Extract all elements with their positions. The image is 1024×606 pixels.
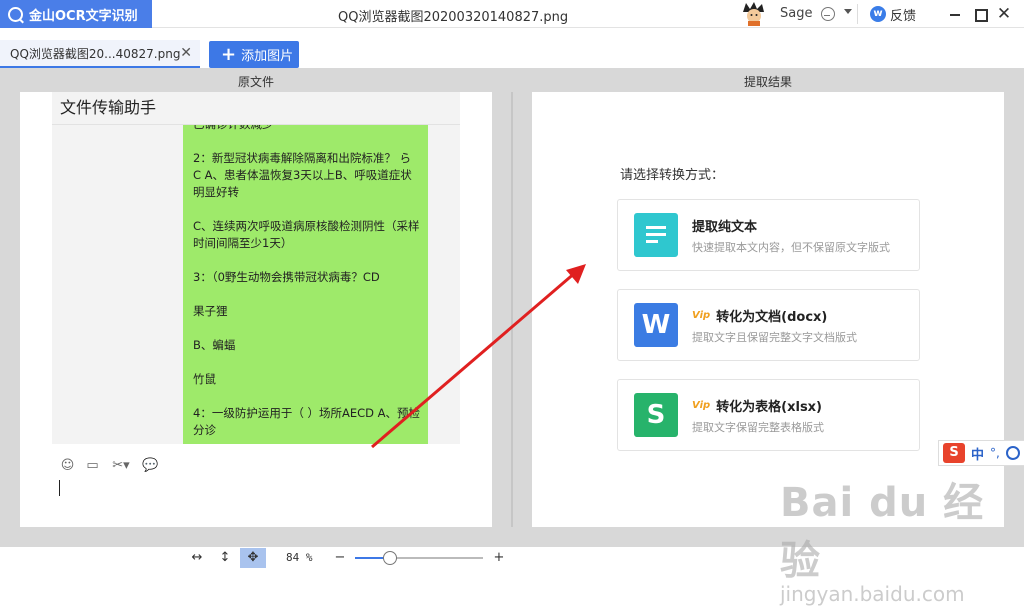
move-icon[interactable]: ✥ bbox=[240, 548, 266, 568]
vip-crown-icon[interactable] bbox=[821, 7, 835, 21]
source-image-viewer[interactable]: 文件传输助手 已确诊计数减少 2：新型冠状病毒解除隔离和出院标准？ ら C A、… bbox=[20, 92, 492, 527]
zoom-slider[interactable] bbox=[355, 551, 483, 565]
zoom-slider-thumb[interactable] bbox=[382, 551, 397, 565]
app-brand[interactable]: 金山OCR文字识别 bbox=[0, 0, 152, 28]
result-panel: 请选择转换方式： 提取纯文本 快速提取本文内容，但不保留原文字版式 W Vip … bbox=[532, 92, 1004, 527]
main-area: 文件传输助手 已确诊计数减少 2：新型冠状病毒解除隔离和出院标准？ ら C A、… bbox=[0, 92, 1024, 547]
message-paragraph: 竹鼠 bbox=[193, 372, 216, 386]
convert-docx-option[interactable]: W Vip 转化为文档(docx) 提取文字且保留完整文字文档版式 bbox=[617, 289, 920, 361]
input-method-bar[interactable]: S 中 °, bbox=[938, 440, 1024, 466]
option-title-text: 转化为表格(xlsx) bbox=[716, 400, 823, 415]
feedback-icon: w bbox=[870, 6, 886, 22]
divider bbox=[857, 4, 858, 24]
spreadsheet-icon: S bbox=[634, 393, 678, 437]
maximize-button[interactable] bbox=[970, 4, 990, 24]
extract-text-option[interactable]: 提取纯文本 快速提取本文内容，但不保留原文字版式 bbox=[617, 199, 920, 271]
word-doc-icon: W bbox=[634, 303, 678, 347]
add-image-button[interactable]: + 添加图片 bbox=[209, 41, 299, 68]
text-lines-icon bbox=[634, 213, 678, 257]
option-title-text: 转化为文档(docx) bbox=[716, 310, 828, 325]
panel-divider[interactable] bbox=[511, 92, 513, 527]
close-window-button[interactable]: ✕ bbox=[994, 4, 1014, 24]
option-description: 提取文字保留完整表格版式 bbox=[692, 421, 824, 434]
status-bar: ↔ ↕ ✥ 84 % − + bbox=[0, 547, 1024, 569]
ime-punctuation-toggle[interactable]: °, bbox=[990, 446, 1000, 460]
watermark-url: jingyan.baidu.com bbox=[780, 582, 965, 606]
tab-bar: QQ浏览器截图20...40827.png ✕ + 添加图片 bbox=[0, 28, 1024, 68]
message-paragraph: 已确诊计数减少 bbox=[193, 125, 420, 133]
zoom-in-button[interactable]: + bbox=[489, 548, 509, 568]
vip-badge-icon: Vip bbox=[692, 400, 711, 411]
text-caret bbox=[59, 480, 60, 496]
ime-logo-icon: S bbox=[943, 443, 965, 463]
title-bar: 金山OCR文字识别 QQ浏览器截图20200320140827.png Sage… bbox=[0, 0, 1024, 28]
chat-toolbar: ☺ ▭ ✂▾ 💬 bbox=[60, 458, 159, 473]
plus-icon: + bbox=[221, 43, 237, 65]
avatar[interactable] bbox=[740, 2, 768, 26]
document-title: QQ浏览器截图20200320140827.png bbox=[338, 10, 569, 25]
message-paragraph: C、连续两次呼吸道病原核酸检测阴性（采样时间间隔至少1天） bbox=[193, 219, 420, 250]
message-paragraph: B、蝙蝠 bbox=[193, 338, 236, 352]
panel-headers: 原文件 提取结果 bbox=[0, 68, 1024, 92]
smiley-icon: ☺ bbox=[60, 458, 75, 473]
source-panel-header: 原文件 bbox=[237, 75, 274, 89]
ime-language-toggle[interactable]: 中 bbox=[971, 444, 984, 463]
option-title: Vip 转化为表格(xlsx) bbox=[692, 396, 822, 415]
tab-file[interactable]: QQ浏览器截图20...40827.png ✕ bbox=[0, 40, 200, 68]
zoom-level: 84 % bbox=[286, 551, 313, 564]
chat-title: 文件传输助手 bbox=[60, 98, 157, 117]
chat-message-bubble: 已确诊计数减少 2：新型冠状病毒解除隔离和出院标准？ ら C A、患者体温恢复3… bbox=[183, 125, 428, 444]
zoom-out-button[interactable]: − bbox=[330, 548, 350, 568]
scissors-icon: ✂▾ bbox=[112, 458, 130, 473]
app-name: 金山OCR文字识别 bbox=[29, 8, 138, 24]
message-paragraph: 果子狸 bbox=[193, 304, 228, 318]
ime-emoji-icon[interactable] bbox=[1005, 446, 1020, 460]
conversion-prompt: 请选择转换方式： bbox=[620, 168, 725, 183]
fit-height-icon[interactable]: ↕ bbox=[215, 548, 235, 568]
app-logo-icon bbox=[8, 6, 23, 22]
folder-icon: ▭ bbox=[86, 458, 99, 473]
chevron-down-icon[interactable] bbox=[844, 9, 852, 14]
convert-xlsx-option[interactable]: S Vip 转化为表格(xlsx) 提取文字保留完整表格版式 bbox=[617, 379, 920, 451]
user-name[interactable]: Sage bbox=[780, 6, 812, 21]
minimize-button[interactable] bbox=[945, 4, 965, 24]
chat-window-image: 文件传输助手 已确诊计数减少 2：新型冠状病毒解除隔离和出院标准？ ら C A、… bbox=[52, 92, 460, 444]
fit-width-icon[interactable]: ↔ bbox=[187, 548, 207, 568]
option-description: 提取文字且保留完整文字文档版式 bbox=[692, 331, 857, 344]
vip-badge-icon: Vip bbox=[692, 310, 711, 321]
message-paragraph: 3：（0野生动物会携带冠状病毒？CD bbox=[193, 270, 380, 284]
chat-bubble-icon: 💬 bbox=[142, 458, 159, 473]
message-paragraph: 2：新型冠状病毒解除隔离和出院标准？ ら C A、患者体温恢复3天以上B、呼吸道… bbox=[193, 151, 412, 199]
add-image-label: 添加图片 bbox=[241, 49, 294, 64]
tab-file-label: QQ浏览器截图20...40827.png bbox=[10, 46, 181, 61]
feedback-button[interactable]: w 反馈 bbox=[870, 3, 916, 25]
option-description: 快速提取本文内容，但不保留原文字版式 bbox=[692, 241, 890, 254]
option-title: Vip 转化为文档(docx) bbox=[692, 306, 827, 325]
result-panel-header: 提取结果 bbox=[743, 75, 792, 89]
option-title: 提取纯文本 bbox=[692, 220, 758, 235]
feedback-label: 反馈 bbox=[890, 8, 917, 24]
close-icon[interactable]: ✕ bbox=[180, 45, 192, 61]
message-paragraph: 4：一级防护运用于（ ）场所AECD A、预检分诊 bbox=[193, 406, 421, 437]
